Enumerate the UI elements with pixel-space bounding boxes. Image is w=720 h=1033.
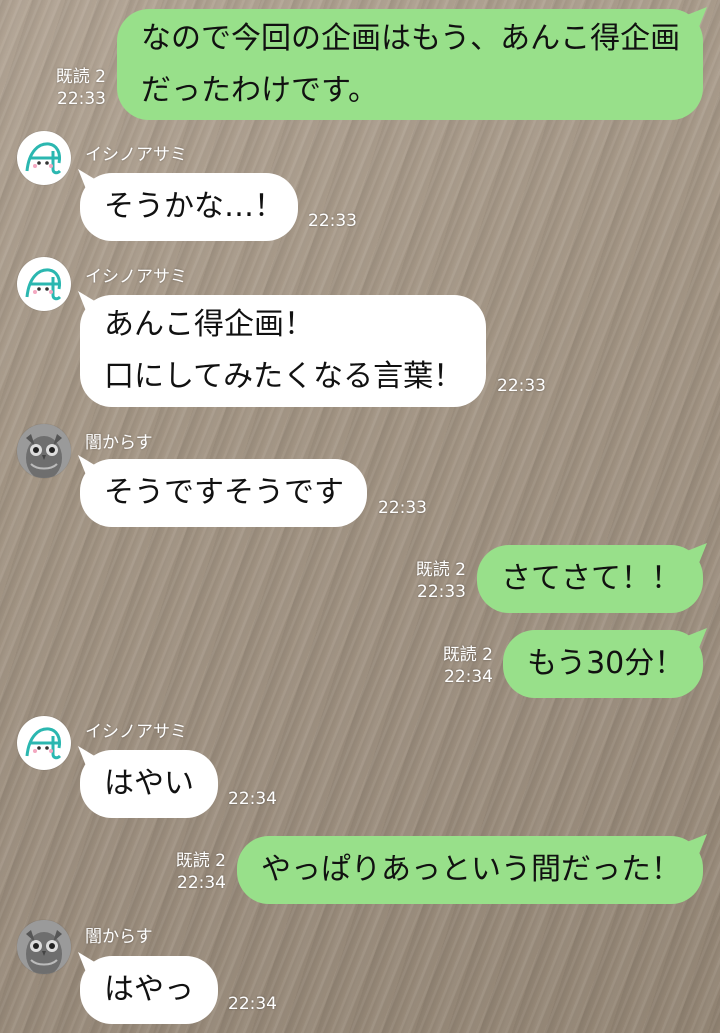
read-receipt-4: 既読 2 22:33 xyxy=(415,560,466,602)
message-bubble-incoming[interactable]: そうですそうです xyxy=(80,459,367,527)
message-bubble-outgoing[interactable]: やっぱりあっという間だった！ xyxy=(237,836,703,904)
avatar-yami[interactable] xyxy=(17,920,71,974)
timestamp: 22:33 xyxy=(497,376,546,396)
avatar-ishino[interactable] xyxy=(17,257,71,311)
read-receipt-0: 既読 2 22:33 xyxy=(55,67,106,109)
timestamp: 22:34 xyxy=(228,789,277,809)
read-receipt-7: 既読 2 22:34 xyxy=(175,851,226,893)
message-bubble-outgoing[interactable]: もう30分！ xyxy=(503,630,703,698)
message-bubble-incoming[interactable]: あんこ得企画！ 口にしてみたくなる言葉！ xyxy=(80,295,486,407)
read-receipt-5: 既読 2 22:34 xyxy=(442,645,493,687)
message-bubble-incoming[interactable]: そうかな…！ xyxy=(80,173,298,241)
message-bubble-incoming[interactable]: はやっ xyxy=(80,956,218,1024)
avatar-ishino[interactable] xyxy=(17,131,71,185)
sender-name: 闇からす xyxy=(85,433,153,453)
timestamp: 22:34 xyxy=(228,994,277,1014)
avatar-ishino[interactable] xyxy=(17,716,71,770)
sender-name: 闇からす xyxy=(85,927,153,947)
message-bubble-outgoing[interactable]: なので今回の企画はもう、あんこ得企画 だったわけです。 xyxy=(117,9,703,120)
sender-name: イシノアサミ xyxy=(85,145,187,165)
avatar-yami[interactable] xyxy=(17,424,71,478)
message-bubble-outgoing[interactable]: さてさて！！ xyxy=(477,545,703,613)
message-bubble-incoming[interactable]: はやい xyxy=(80,750,218,818)
chat-history[interactable]: 既読 2 22:33 なので今回の企画はもう、あんこ得企画 だったわけです。 イ… xyxy=(0,0,720,1033)
sender-name: イシノアサミ xyxy=(85,267,187,287)
timestamp: 22:33 xyxy=(308,211,357,231)
timestamp: 22:33 xyxy=(378,498,427,518)
sender-name: イシノアサミ xyxy=(85,722,187,742)
